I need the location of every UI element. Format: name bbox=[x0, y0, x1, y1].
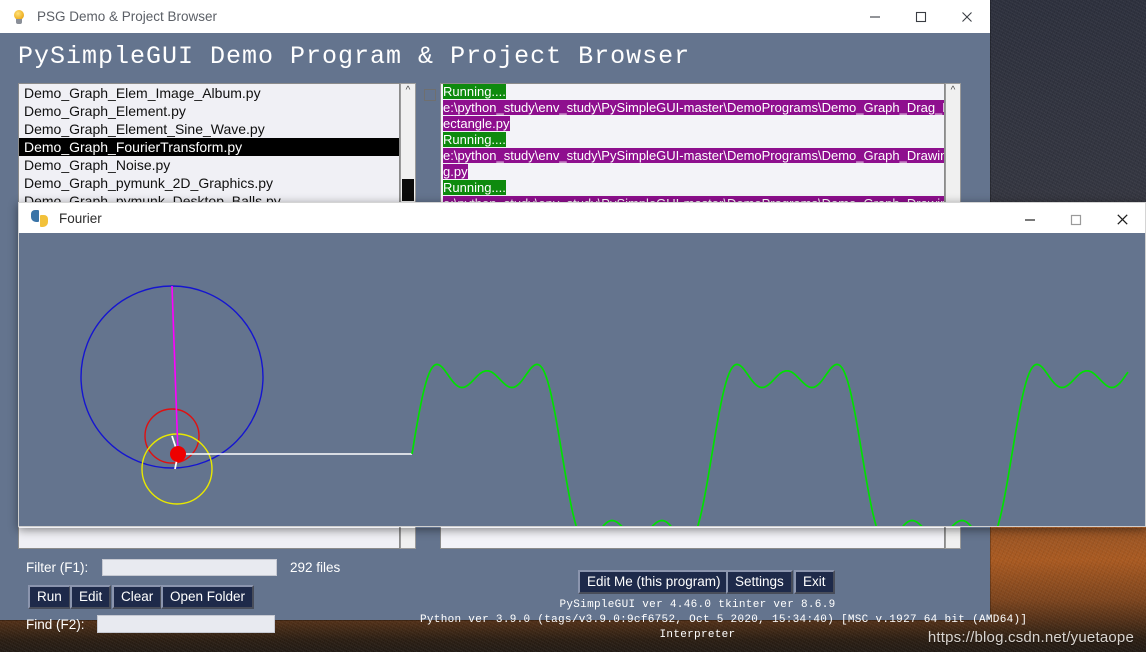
minimize-button[interactable] bbox=[1007, 203, 1053, 236]
list-item[interactable]: Demo_Graph_Noise.py bbox=[19, 156, 399, 174]
main-window-controls bbox=[852, 0, 990, 33]
output-line: g.py bbox=[443, 164, 468, 179]
file-count-label: 292 files bbox=[290, 560, 341, 575]
fourier-window-title: Fourier bbox=[59, 210, 102, 226]
fourier-drawing bbox=[80, 285, 1129, 526]
python-logo-icon bbox=[31, 209, 48, 227]
close-button[interactable] bbox=[944, 0, 990, 33]
fourier-window: Fourier bbox=[18, 202, 1146, 528]
scroll-up-icon[interactable]: ^ bbox=[946, 84, 960, 98]
version-line: Interpreter bbox=[659, 629, 736, 641]
output-line: e:\python_study\env_study\PySimpleGUI-ma… bbox=[441, 148, 944, 164]
output-line: Running.... bbox=[443, 180, 506, 195]
output-checkbox[interactable] bbox=[424, 89, 436, 101]
edit-button[interactable]: Edit bbox=[70, 585, 112, 609]
output-line: Running.... bbox=[443, 132, 506, 147]
scroll-up-icon[interactable]: ^ bbox=[401, 84, 415, 98]
list-item[interactable]: Demo_Graph_Element.py bbox=[19, 102, 399, 120]
find-input[interactable] bbox=[97, 615, 275, 633]
minimize-button[interactable] bbox=[852, 0, 898, 33]
list-item-selected[interactable]: Demo_Graph_FourierTransform.py bbox=[19, 138, 399, 156]
scrollbar-thumb[interactable] bbox=[402, 179, 414, 201]
filter-input[interactable] bbox=[102, 559, 277, 576]
list-item[interactable]: Demo_Graph_Elem_Image_Album.py bbox=[19, 84, 399, 102]
clear-button[interactable]: Clear bbox=[112, 585, 163, 609]
output-line: e:\python_study\env_study\PySimpleGUI-ma… bbox=[441, 100, 944, 116]
version-info: PySimpleGUI ver 4.46.0 tkinter ver 8.6.9… bbox=[420, 598, 1028, 643]
output-line: ectangle.py bbox=[443, 116, 510, 131]
main-window-titlebar[interactable]: PSG Demo & Project Browser bbox=[0, 0, 990, 33]
list-item[interactable]: Demo_Graph_Element_Sine_Wave.py bbox=[19, 120, 399, 138]
find-label: Find (F2): bbox=[26, 617, 85, 632]
list-item[interactable]: Demo_Graph_pymunk_2D_Graphics.py bbox=[19, 174, 399, 192]
maximize-button[interactable] bbox=[1053, 203, 1099, 236]
open-folder-button[interactable]: Open Folder bbox=[161, 585, 255, 609]
lightbulb-icon bbox=[11, 9, 27, 25]
close-button[interactable] bbox=[1099, 203, 1145, 236]
tracer-dot bbox=[170, 446, 186, 462]
version-line: PySimpleGUI ver 4.46.0 tkinter ver 8.6.9 bbox=[559, 599, 836, 611]
fourier-window-controls bbox=[1007, 203, 1145, 236]
output-line: Running.... bbox=[443, 84, 506, 99]
square-wave-trace bbox=[411, 363, 1129, 526]
filter-label: Filter (F1): bbox=[26, 560, 89, 575]
settings-button[interactable]: Settings bbox=[726, 570, 793, 594]
harmonic-vertical-line bbox=[171, 285, 179, 455]
run-button[interactable]: Run bbox=[28, 585, 71, 609]
fourier-graph-canvas[interactable] bbox=[18, 233, 1146, 527]
page-title: PySimpleGUI Demo Program & Project Brows… bbox=[18, 42, 691, 71]
maximize-button[interactable] bbox=[898, 0, 944, 33]
version-line: Python ver 3.9.0 (tags/v3.9.0:9cf6752, O… bbox=[420, 614, 1028, 626]
main-window-title: PSG Demo & Project Browser bbox=[37, 9, 218, 24]
edit-me-button[interactable]: Edit Me (this program) bbox=[578, 570, 730, 594]
fourier-titlebar[interactable]: Fourier bbox=[18, 202, 1146, 233]
harmonic-1-circle bbox=[80, 285, 264, 469]
exit-button[interactable]: Exit bbox=[794, 570, 835, 594]
